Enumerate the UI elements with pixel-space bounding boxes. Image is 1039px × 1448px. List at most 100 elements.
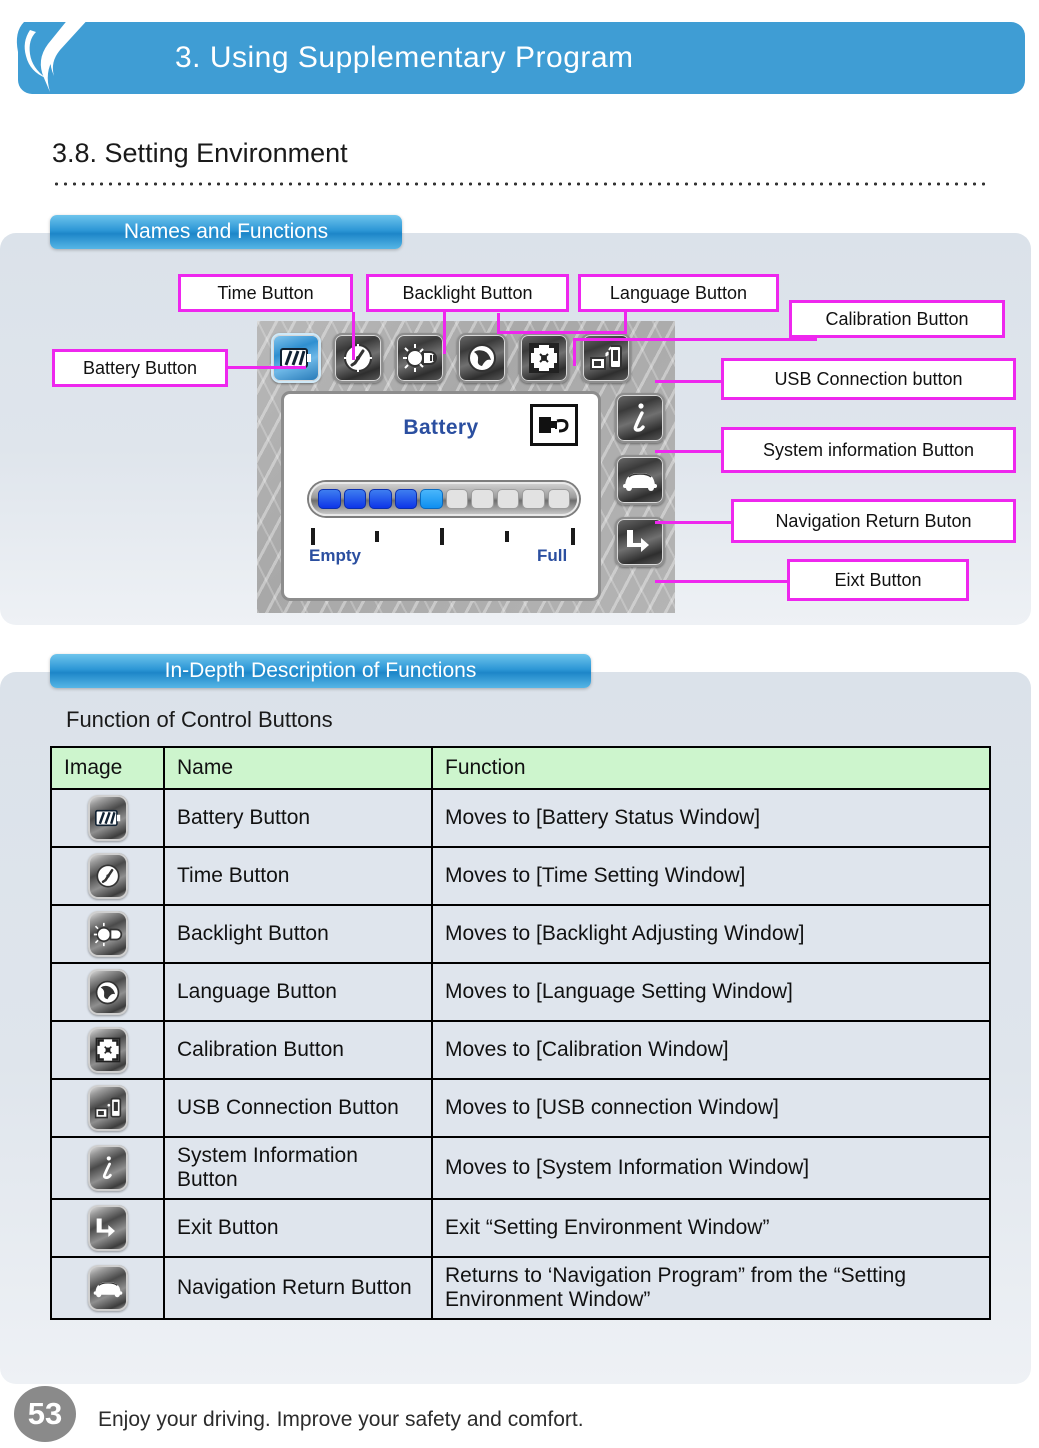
callout-navigation-return-button: Navigation Return Buton [731, 499, 1016, 543]
row-icon-cell [50, 1136, 165, 1200]
row-name-cell: Backlight Button [163, 904, 433, 964]
row-icon-cell [50, 1078, 165, 1138]
row-name-cell: Navigation Return Button [163, 1256, 433, 1320]
power-plug-icon [530, 404, 578, 446]
table-row: Backlight Button Moves to [Backlight Adju… [50, 904, 991, 964]
table-row: Calibration Button Moves to [Calibration … [50, 1020, 991, 1080]
leader-line-exit [655, 580, 787, 583]
manual-page: 3. Using Supplementary Program 3.8. Sett… [0, 0, 1039, 1448]
row-function-cell: Moves to [Language Setting Window] [431, 962, 991, 1022]
gauge-segment [369, 489, 392, 509]
car-icon [87, 1265, 128, 1311]
row-icon-cell [50, 962, 165, 1022]
gauge-segment [318, 489, 341, 509]
callout-battery-button: Battery Button [52, 349, 228, 387]
row-icon-cell [50, 1256, 165, 1320]
callout-usb-connection-button: USB Connection button [721, 358, 1016, 400]
gauge-segment [496, 489, 519, 509]
column-header-name: Name [163, 746, 433, 790]
row-function-cell: Moves to [USB connection Window] [431, 1078, 991, 1138]
device-exit-button[interactable] [615, 517, 665, 567]
gauge-segment [343, 489, 366, 509]
leader-line-sysinfo [655, 450, 721, 453]
callout-system-information-button: System information Button [721, 427, 1016, 473]
row-icon-cell [50, 904, 165, 964]
info-icon [87, 1145, 128, 1191]
row-icon-cell [50, 788, 165, 848]
table-row: Battery Button Moves to [Battery Status W… [50, 788, 991, 848]
device-backlight-button[interactable] [395, 333, 445, 383]
row-function-cell: Moves to [Time Setting Window] [431, 846, 991, 906]
callout-time-button: Time Button [178, 274, 353, 312]
row-name-cell: Exit Button [163, 1198, 433, 1258]
globe-icon [87, 969, 128, 1015]
leader-line-calibration-v [573, 338, 576, 366]
device-navigation-return-button[interactable] [615, 455, 665, 505]
leader-line-time [352, 312, 355, 360]
gauge-segment [420, 489, 443, 509]
gauge-segment [394, 489, 417, 509]
column-header-function: Function [431, 746, 991, 790]
gauge-segment [471, 489, 494, 509]
table-header-row: Image Name Function [50, 746, 991, 790]
row-function-cell: Exit “Setting Environment Window” [431, 1198, 991, 1258]
callout-exit-button: Eixt Button [787, 559, 969, 601]
section-heading: 3.8. Setting Environment [52, 138, 348, 168]
backlight-bulb-icon [87, 911, 128, 957]
footer-tagline: Enjoy your driving. Improve your safety … [98, 1408, 584, 1431]
table-row: USB Connection Button Moves to [USB conne… [50, 1078, 991, 1138]
gauge-segment [445, 489, 468, 509]
gauge-full-label: Full [537, 546, 568, 565]
leader-line-language-h [497, 331, 627, 334]
usb-connection-icon [87, 1085, 128, 1131]
page-title: 3. Using Supplementary Program [175, 41, 634, 74]
row-function-cell: Moves to [System Information Window] [431, 1136, 991, 1200]
battery-gauge [309, 482, 579, 516]
device-time-button[interactable] [333, 333, 383, 383]
callout-backlight-button: Backlight Button [366, 274, 569, 312]
row-function-cell: Moves to [Battery Status Window] [431, 788, 991, 848]
row-icon-cell [50, 846, 165, 906]
row-icon-cell [50, 1020, 165, 1080]
control-buttons-table: Image Name Function Battery Button Moves … [50, 746, 991, 1320]
names-and-functions-tab: Names and Functions [50, 215, 402, 249]
exit-arrow-icon [87, 1205, 128, 1251]
row-function-cell: Moves to [Backlight Adjusting Window] [431, 904, 991, 964]
section-divider [52, 180, 989, 188]
leader-line-usb [655, 380, 721, 383]
function-of-control-buttons-title: Function of Control Buttons [66, 707, 333, 732]
row-name-cell: Time Button [163, 846, 433, 906]
battery-icon [87, 795, 128, 841]
row-name-cell: Calibration Button [163, 1020, 433, 1080]
row-name-cell: USB Connection Button [163, 1078, 433, 1138]
clock-icon [87, 853, 128, 899]
calibration-icon [87, 1027, 128, 1073]
gauge-empty-label: Empty [309, 546, 361, 565]
table-row: Time Button Moves to [Time Setting Window… [50, 846, 991, 906]
table-row: System Information Button Moves to [Syste… [50, 1136, 991, 1200]
device-calibration-button[interactable] [519, 333, 569, 383]
leader-line-navreturn [655, 521, 731, 524]
device-system-information-button[interactable] [615, 393, 665, 443]
row-function-cell: Returns to ‘Navigation Program” from the… [431, 1256, 991, 1320]
table-row: Navigation Return Button Returns to ‘Navi… [50, 1256, 991, 1320]
gauge-segment [522, 489, 545, 509]
leader-line-calibration-h [573, 338, 817, 341]
row-name-cell: Battery Button [163, 788, 433, 848]
leader-line-language-v [497, 313, 500, 333]
battery-status-window: Battery Empty Full [281, 391, 601, 601]
in-depth-description-tab: In-Depth Description of Functions [50, 654, 591, 688]
gauge-segment [547, 489, 570, 509]
leader-line-backlight [443, 312, 446, 354]
column-header-image: Image [50, 746, 165, 790]
row-name-cell: Language Button [163, 962, 433, 1022]
swoosh-logo-icon [12, 0, 128, 100]
callout-calibration-button: Calibration Button [789, 300, 1005, 338]
row-icon-cell [50, 1198, 165, 1258]
device-screen-mock: Battery Empty Full [257, 321, 675, 613]
battery-gauge-ticks [309, 526, 579, 546]
device-battery-button[interactable] [271, 333, 321, 383]
device-language-button[interactable] [457, 333, 507, 383]
leader-line-battery [228, 366, 306, 369]
table-row: Language Button Moves to [Language Settin… [50, 962, 991, 1022]
